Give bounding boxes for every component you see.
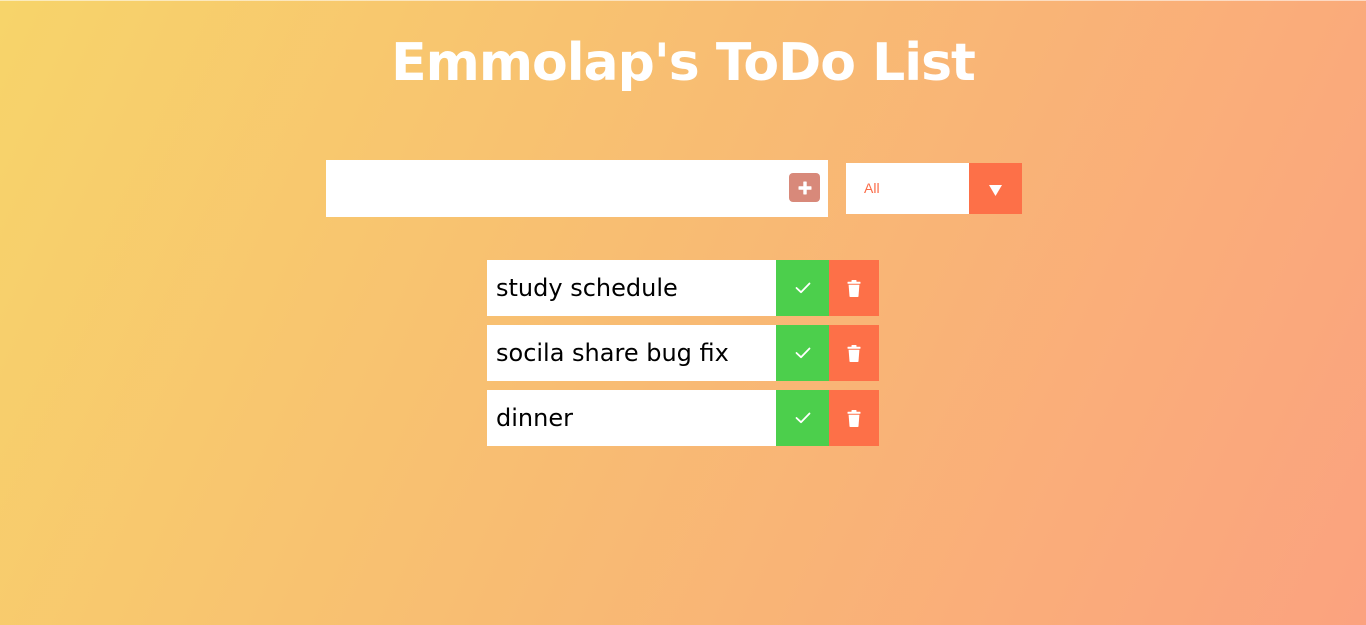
todo-item: dinner — [487, 390, 879, 446]
todo-text: socila share bug fix — [496, 339, 729, 367]
complete-button[interactable] — [776, 325, 829, 381]
filter-dropdown-toggle[interactable] — [969, 163, 1022, 214]
delete-button[interactable] — [829, 325, 879, 381]
page-title: Emmolap's ToDo List — [391, 33, 976, 93]
todo-text: dinner — [496, 404, 573, 432]
todo-input[interactable] — [326, 160, 776, 217]
trash-icon — [847, 409, 861, 427]
todo-item: study schedule — [487, 260, 879, 316]
todo-list: study schedule socila share bug fix dinn… — [487, 260, 879, 455]
filter-select[interactable]: All — [846, 163, 1022, 214]
check-icon — [795, 347, 810, 359]
complete-button[interactable] — [776, 260, 829, 316]
check-icon — [795, 412, 810, 424]
todo-item: socila share bug fix — [487, 325, 879, 381]
todo-input-container — [326, 160, 828, 217]
plus-square-icon — [798, 181, 811, 194]
top-divider — [0, 0, 1366, 1]
add-todo-button[interactable] — [789, 173, 820, 202]
caret-down-icon — [989, 185, 1002, 196]
filter-selected-value: All — [864, 180, 880, 196]
complete-button[interactable] — [776, 390, 829, 446]
todo-text: study schedule — [496, 274, 678, 302]
delete-button[interactable] — [829, 390, 879, 446]
delete-button[interactable] — [829, 260, 879, 316]
trash-icon — [847, 279, 861, 297]
trash-icon — [847, 344, 861, 362]
check-icon — [795, 282, 810, 294]
